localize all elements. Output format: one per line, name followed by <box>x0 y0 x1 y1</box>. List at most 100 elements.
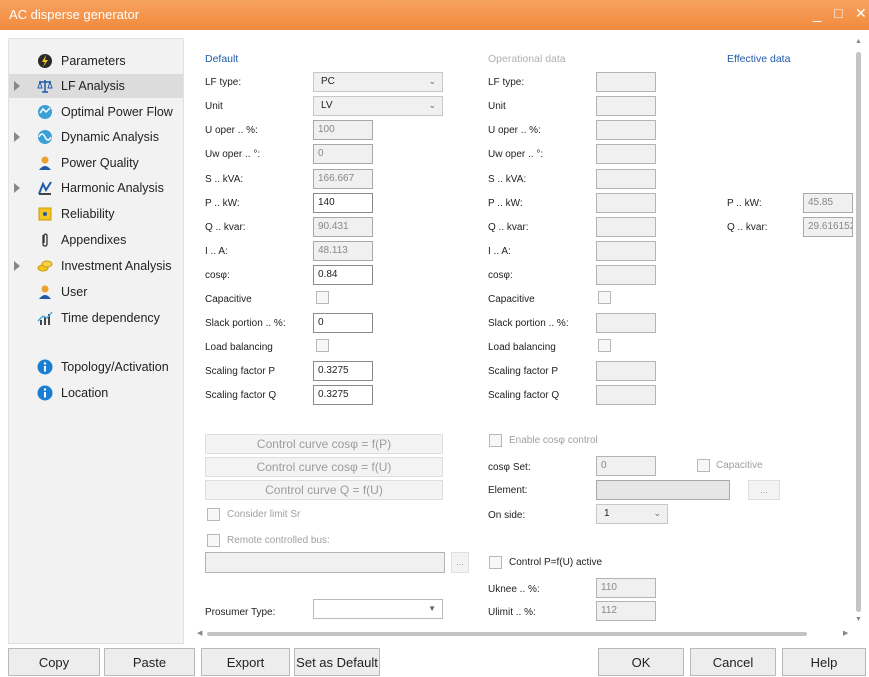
sidebar-item-label: Optimal Power Flow <box>61 105 173 119</box>
sidebar-item-power-quality[interactable]: Power Quality <box>9 151 183 175</box>
scroll-up-icon[interactable]: ▲ <box>855 38 862 45</box>
op-i-field[interactable] <box>596 241 656 261</box>
sidebar-item-label: Reliability <box>61 207 115 221</box>
info-icon <box>37 359 53 375</box>
unit-label: Unit <box>205 101 223 112</box>
cos-set-field[interactable]: 0 <box>596 456 656 476</box>
scroll-down-icon[interactable]: ▼ <box>855 616 862 623</box>
on-side-select[interactable]: 1 ⌄ <box>596 504 668 524</box>
uoper-field[interactable]: 100 <box>313 120 373 140</box>
pfu-checkbox[interactable] <box>489 556 502 569</box>
control-curve-q-button[interactable]: Control curve Q = f(U) <box>205 480 443 500</box>
op-scaling-q-field[interactable] <box>596 385 656 405</box>
copy-button[interactable]: Copy <box>8 648 100 676</box>
maximize-button[interactable]: □ <box>834 5 842 21</box>
remote-bus-checkbox[interactable] <box>207 534 220 547</box>
balance-scale-icon <box>37 80 53 93</box>
control-capacitive-checkbox[interactable] <box>697 459 710 472</box>
help-button[interactable]: Help <box>782 648 866 676</box>
slack-field[interactable]: 0 <box>313 313 373 333</box>
op-scaling-p-field[interactable] <box>596 361 656 381</box>
expand-arrow-icon[interactable] <box>14 81 20 91</box>
scroll-left-icon[interactable]: ◀ <box>197 629 202 637</box>
horizontal-scroll-thumb[interactable] <box>207 632 807 636</box>
uoper-label: U oper .. %: <box>205 125 258 136</box>
close-button[interactable]: ✕ <box>855 5 867 22</box>
op-s-label: S .. kVA: <box>488 174 527 185</box>
unit-select[interactable]: LV ⌄ <box>313 96 443 116</box>
paste-button[interactable]: Paste <box>104 648 195 676</box>
expand-arrow-icon[interactable] <box>14 132 20 142</box>
cos-field[interactable]: 0.84 <box>313 265 373 285</box>
ulimit-field[interactable]: 112 <box>596 601 656 621</box>
control-curve-u-button[interactable]: Control curve cosφ = f(U) <box>205 457 443 477</box>
op-load-balancing-checkbox[interactable] <box>598 339 611 352</box>
sidebar-item-optimal-power-flow[interactable]: Optimal Power Flow <box>9 100 183 124</box>
element-field[interactable] <box>596 480 730 500</box>
q-field[interactable]: 90.431 <box>313 217 373 237</box>
capacitive-label: Capacitive <box>205 294 252 305</box>
op-unit-field[interactable] <box>596 96 656 116</box>
sidebar-item-topology-activation[interactable]: Topology/Activation <box>9 355 183 379</box>
sidebar-item-dynamic-analysis[interactable]: Dynamic Analysis <box>9 125 183 149</box>
slack-label: Slack portion .. %: <box>205 318 286 329</box>
vertical-scroll-thumb[interactable] <box>856 52 861 612</box>
set-as-default-button[interactable]: Set as Default <box>294 648 380 676</box>
op-uwoper-field[interactable] <box>596 144 656 164</box>
ok-button[interactable]: OK <box>598 648 684 676</box>
horizontal-scrollbar[interactable]: ◀ ▶ <box>193 627 853 641</box>
load-balancing-checkbox[interactable] <box>316 339 329 352</box>
uknee-field[interactable]: 110 <box>596 578 656 598</box>
export-button[interactable]: Export <box>201 648 290 676</box>
op-p-field[interactable] <box>596 193 656 213</box>
i-label: I .. A: <box>205 246 228 257</box>
i-field[interactable]: 48.113 <box>313 241 373 261</box>
consider-limit-checkbox[interactable] <box>207 508 220 521</box>
s-field[interactable]: 166.667 <box>313 169 373 189</box>
sidebar-item-investment-analysis[interactable]: Investment Analysis <box>9 254 183 278</box>
op-slack-field[interactable] <box>596 313 656 333</box>
op-q-field[interactable] <box>596 217 656 237</box>
sidebar-item-label: Location <box>61 386 109 400</box>
op-lf-type-field[interactable] <box>596 72 656 92</box>
op-s-field[interactable] <box>596 169 656 189</box>
sidebar-item-parameters[interactable]: Parameters <box>9 49 183 73</box>
remote-bus-field[interactable] <box>205 552 445 573</box>
sidebar-item-harmonic-analysis[interactable]: Harmonic Analysis <box>9 176 183 200</box>
sidebar-item-appendixes[interactable]: Appendixes <box>9 228 183 252</box>
scaling-p-field[interactable]: 0.3275 <box>313 361 373 381</box>
scaling-q-field[interactable]: 0.3275 <box>313 385 373 405</box>
uwoper-field[interactable]: 0 <box>313 144 373 164</box>
pfu-label: Control P=f(U) active <box>509 557 603 568</box>
op-uoper-label: U oper .. %: <box>488 125 541 136</box>
sidebar-item-time-dependency[interactable]: Time dependency <box>9 306 183 330</box>
enable-cos-checkbox[interactable] <box>489 434 502 447</box>
sidebar: Parameters LF Analysis Optimal Power Flo… <box>8 38 184 644</box>
prosumer-type-select[interactable]: ▼ <box>313 599 443 619</box>
expand-arrow-icon[interactable] <box>14 183 20 193</box>
lf-type-select[interactable]: PC ⌄ <box>313 72 443 92</box>
op-capacitive-checkbox[interactable] <box>598 291 611 304</box>
element-browse-button[interactable]: ... <box>748 480 780 500</box>
lf-type-value: PC <box>321 76 335 87</box>
sidebar-item-reliability[interactable]: Reliability <box>9 202 183 226</box>
eff-q-field[interactable]: 29.616152 <box>803 217 853 237</box>
cancel-button[interactable]: Cancel <box>690 648 776 676</box>
op-cos-field[interactable] <box>596 265 656 285</box>
sidebar-item-user[interactable]: User <box>9 280 183 304</box>
sidebar-item-lf-analysis[interactable]: LF Analysis <box>9 74 183 98</box>
scroll-right-icon[interactable]: ▶ <box>843 629 848 637</box>
load-balancing-label: Load balancing <box>205 342 273 353</box>
sidebar-item-location[interactable]: Location <box>9 381 183 405</box>
minimize-button[interactable]: _ <box>813 6 821 23</box>
q-label: Q .. kvar: <box>205 222 246 233</box>
p-field[interactable]: 140 <box>313 193 373 213</box>
control-curve-p-button[interactable]: Control curve cosφ = f(P) <box>205 434 443 454</box>
capacitive-checkbox[interactable] <box>316 291 329 304</box>
vertical-scrollbar[interactable]: ▲ ▼ <box>852 38 866 628</box>
remote-bus-browse-button[interactable]: ... <box>451 552 469 573</box>
eff-p-field[interactable]: 45.85 <box>803 193 853 213</box>
op-uoper-field[interactable] <box>596 120 656 140</box>
expand-arrow-icon[interactable] <box>14 261 20 271</box>
op-i-label: I .. A: <box>488 246 511 257</box>
